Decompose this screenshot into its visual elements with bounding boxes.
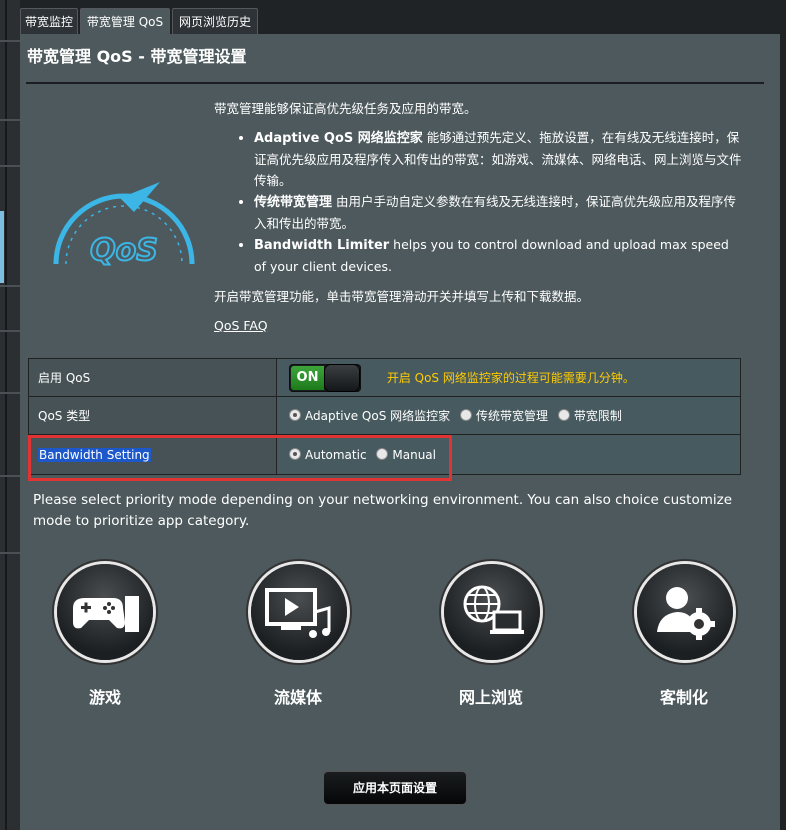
intro-text: 带宽管理能够保证高优先级任务及应用的带宽。 Adaptive QoS 网络监控家… <box>214 98 744 277</box>
bandwidth-setting-label: Bandwidth Setting <box>38 447 151 462</box>
table-row: QoS 类型 Adaptive QoS 网络监控家 传统带宽管理 带宽限制 <box>28 396 741 435</box>
media-streaming-icon <box>265 588 331 638</box>
qos-gauge-icon: QoS <box>53 182 195 268</box>
qos-type-label: QoS 类型 <box>28 396 277 435</box>
mode-web-browsing-label: 网上浏览 <box>458 688 523 707</box>
toggle-knob <box>325 364 359 391</box>
radio-automatic-label: Automatic <box>305 447 367 462</box>
strip-tick <box>0 330 20 332</box>
strip-tick <box>0 165 20 167</box>
bullet-bandwidth-limiter: Bandwidth Limiter helps you to control d… <box>254 234 744 277</box>
gamepad-icon <box>73 596 139 632</box>
qos-settings-table: 启用 QoS ON 开启 QoS 网络监控家的过程可能需要几分钟。 QoS 类型… <box>28 358 741 475</box>
table-row: Bandwidth Setting Automatic Manual <box>28 434 741 475</box>
bullet-traditional-qos: 传统带宽管理 由用户手动自定义参数在有线及无线连接时，保证高优先级应用及程序传入… <box>254 191 744 234</box>
mode-gaming-button[interactable] <box>57 564 153 660</box>
tab-web-history[interactable]: 网页浏览历史 <box>172 8 258 34</box>
mode-media-streaming-label: 流媒体 <box>273 688 322 707</box>
page-title: 带宽管理 QoS - 带宽管理设置 <box>27 47 247 66</box>
table-row: 启用 QoS ON 开启 QoS 网络监控家的过程可能需要几分钟。 <box>28 358 741 397</box>
strip-tick <box>0 40 20 42</box>
radio-traditional-qos[interactable] <box>459 409 472 421</box>
radio-adaptive-qos[interactable] <box>289 409 301 421</box>
left-sidebar-strip <box>0 0 20 830</box>
radio-bandwidth-limiter-label: 带宽限制 <box>573 409 622 423</box>
strip-selected-indicator <box>0 211 4 283</box>
radio-automatic[interactable] <box>289 447 301 460</box>
customize-icon <box>657 587 715 640</box>
mode-gaming-label: 游戏 <box>88 688 121 707</box>
intro-bullets: Adaptive QoS 网络监控家 能够通过预先定义、拖放设置，在有线及无线连… <box>214 127 744 277</box>
toggle-note: 开启 QoS 网络监控家的过程可能需要几分钟。 <box>386 371 635 385</box>
radio-manual[interactable] <box>376 447 389 460</box>
radio-manual-label: Manual <box>392 447 436 462</box>
radio-traditional-qos-label: 传统带宽管理 <box>475 409 548 423</box>
web-browsing-icon <box>463 585 524 634</box>
strip-tick <box>0 392 20 394</box>
mode-media-streaming-button[interactable] <box>251 564 347 660</box>
qos-panel: 带宽管理 QoS - 带宽管理设置 QoS 带宽管理能够保证高优先级任务及应用的… <box>20 34 780 830</box>
apply-settings-button[interactable]: 应用本页面设置 <box>324 772 466 804</box>
tab-qos[interactable]: 带宽管理 QoS <box>80 8 170 34</box>
strip-tick <box>0 119 20 121</box>
strip-edge <box>5 0 7 830</box>
mode-customize-label: 客制化 <box>659 688 708 707</box>
qos-faq-link[interactable]: QoS FAQ <box>214 318 268 333</box>
bullet-adaptive-qos: Adaptive QoS 网络监控家 能够通过预先定义、拖放设置，在有线及无线连… <box>254 127 744 191</box>
strip-tick <box>0 285 20 287</box>
strip-tick <box>0 552 20 554</box>
priority-mode-description: Please select priority mode depending on… <box>33 492 733 529</box>
divider <box>26 82 764 84</box>
logo-text: QoS <box>90 233 158 268</box>
intro-lead: 带宽管理能够保证高优先级任务及应用的带宽。 <box>214 101 477 116</box>
toggle-on-label: ON <box>291 365 324 390</box>
radio-bandwidth-limiter[interactable] <box>557 409 570 421</box>
enable-note: 开启带宽管理功能，单击带宽管理滑动开关并填写上传和下载数据。 <box>214 289 590 304</box>
mode-web-browsing-button[interactable] <box>444 564 540 660</box>
mode-customize-button[interactable] <box>637 564 733 660</box>
enable-qos-label: 启用 QoS <box>28 358 277 397</box>
radio-adaptive-qos-label: Adaptive QoS 网络监控家 <box>305 409 451 423</box>
qos-toggle[interactable]: ON <box>289 363 361 392</box>
tab-bandwidth-monitor[interactable]: 带宽监控 <box>20 8 78 34</box>
strip-tick <box>0 475 20 477</box>
